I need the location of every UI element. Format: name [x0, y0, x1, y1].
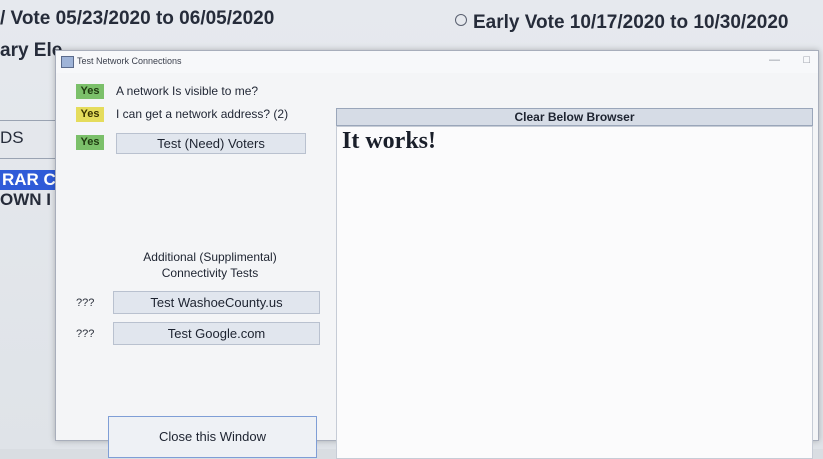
test-network-window: Test Network Connections — □ Yes A netwo… — [55, 50, 819, 459]
window-content: Yes A network Is visible to me? Yes I ca… — [56, 73, 818, 459]
title-bar[interactable]: Test Network Connections — □ — [56, 51, 818, 73]
test-network-address-label: I can get a network address? (2) — [116, 107, 289, 121]
status-badge: Yes — [76, 107, 104, 122]
clear-browser-button[interactable]: Clear Below Browser — [336, 108, 813, 126]
test-google-button[interactable]: Test Google.com — [113, 322, 320, 345]
supplemental-heading: Additional (Supplimental) Connectivity T… — [116, 249, 304, 281]
background-ds-text: DS — [0, 128, 24, 147]
app-window-icon — [61, 56, 74, 68]
window-title: Test Network Connections — [77, 56, 182, 66]
supplemental-heading-line1: Additional (Supplimental) — [143, 250, 277, 264]
status-unknown: ??? — [76, 328, 95, 340]
status-unknown: ??? — [76, 297, 95, 309]
close-window-button[interactable]: Close this Window — [108, 416, 317, 458]
browser-panel[interactable]: It works! — [336, 126, 813, 459]
background-election-text: ary Ele — [0, 40, 63, 61]
test-network-visible-label: A network Is visible to me? — [116, 84, 259, 98]
background-vote-text-1: / Vote 05/23/2020 to 06/05/2020 — [0, 8, 275, 29]
minimize-button[interactable]: — — [769, 54, 780, 66]
test-washoecounty-button[interactable]: Test WashoeCounty.us — [113, 291, 320, 314]
early-vote-label: Early Vote 10/17/2020 to 10/30/2020 — [473, 12, 789, 33]
background-selected-item[interactable]: RAR C — [0, 170, 58, 190]
radio-icon — [455, 14, 467, 26]
background-divider — [0, 120, 60, 121]
background-town-item[interactable]: OWN I — [0, 190, 51, 210]
supplemental-heading-line2: Connectivity Tests — [161, 266, 259, 280]
background-divider — [0, 158, 60, 159]
test-voters-button[interactable]: Test (Need) Voters — [116, 133, 306, 154]
status-badge: Yes — [76, 84, 104, 99]
maximize-button[interactable]: □ — [803, 54, 810, 66]
browser-content-text: It works! — [342, 128, 436, 154]
status-badge: Yes — [76, 135, 104, 150]
background-early-vote-option[interactable]: Early Vote 10/17/2020 to 10/30/2020 — [455, 12, 788, 34]
